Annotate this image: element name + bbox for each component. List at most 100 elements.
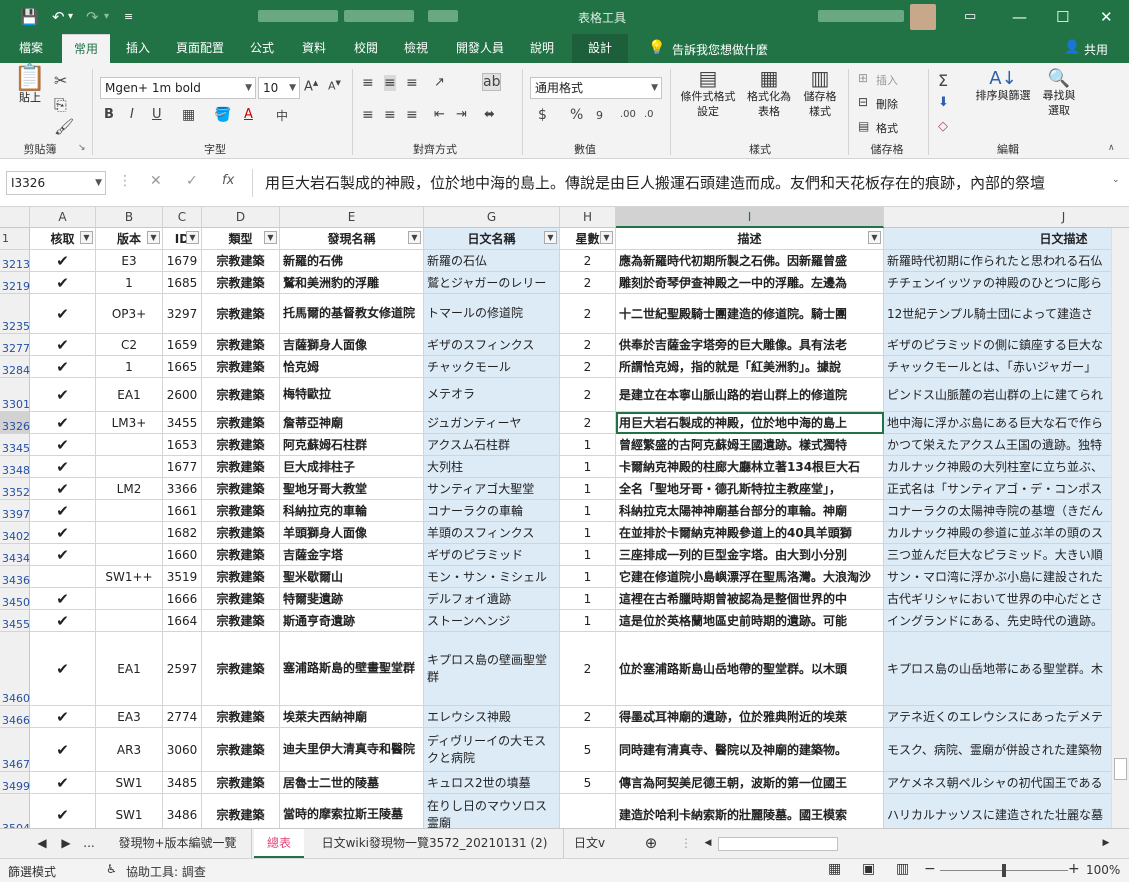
row-header[interactable]: 3466 (0, 706, 30, 728)
page-layout-view-icon[interactable]: ▣ (862, 861, 875, 877)
tab-home[interactable]: 常用 (62, 34, 110, 63)
phonetic-icon[interactable]: 中 (276, 107, 288, 124)
cell-id[interactable]: 3486 (163, 794, 202, 828)
save-icon[interactable]: 💾 (20, 7, 39, 27)
cell-check[interactable]: ✔ (30, 434, 96, 456)
worksheet-grid[interactable]: A B C D E G H I J 1 核取 ▼ 版本 ▼ ID ▼ 類型 ▼ 發現名稱 ▼ 日文名稱… (0, 207, 1129, 828)
cell-description[interactable]: 是建立在本寧山脈山路的岩山群上的修道院 (616, 378, 884, 412)
cell-check[interactable]: ✔ (30, 632, 96, 706)
column-header-h[interactable]: H (560, 207, 616, 228)
font-name-select[interactable]: Mgen+ 1m bold ▼ (100, 77, 256, 99)
fill-icon[interactable]: ⬇ (938, 95, 949, 110)
cell-jp-name[interactable]: ディヴリーイの大モスクと病院 (424, 728, 560, 772)
cell-description[interactable]: 十二世紀聖殿騎士團建造的修道院。騎士團 (616, 294, 884, 334)
tab-developer[interactable]: 開發人員 (448, 34, 512, 63)
cell-version[interactable] (96, 522, 163, 544)
header-cell-version[interactable]: 版本 ▼ (96, 228, 163, 250)
name-box[interactable]: I3326 ▼ (6, 171, 106, 195)
cell-stars[interactable]: 2 (560, 294, 616, 334)
filter-dropdown-icon[interactable]: ▼ (544, 231, 557, 244)
cell-stars[interactable]: 2 (560, 632, 616, 706)
cell-jp-name[interactable]: キプロス島の壁画聖堂群 (424, 632, 560, 706)
row-header[interactable]: 3352 (0, 478, 30, 500)
zoom-level[interactable]: 100% (1086, 863, 1120, 877)
scroll-right-icon[interactable]: ▶ (1098, 829, 1114, 858)
cell-version[interactable]: AR3 (96, 728, 163, 772)
accessibility-status[interactable]: 協助工具: 調查 (126, 863, 206, 880)
cell-description[interactable]: 所謂恰克姆，指的就是「紅美洲豹」。據說 (616, 356, 884, 378)
row-header[interactable]: 3436 (0, 566, 30, 588)
cell-description[interactable]: 位於塞浦路斯島山岳地帶的聖堂群。以木頭 (616, 632, 884, 706)
cell-name[interactable]: 聖地牙哥大教堂 (280, 478, 424, 500)
cell-version[interactable] (96, 456, 163, 478)
cell-jp-description[interactable]: 三つ並んだ巨大なピラミッド。大きい順 (884, 544, 1129, 566)
format-painter-icon[interactable]: 🖌 (54, 117, 74, 136)
cell-jp-name[interactable]: アクスム石柱群 (424, 434, 560, 456)
cell-stars[interactable]: 1 (560, 434, 616, 456)
cell-name[interactable]: 迪夫里伊大清真寺和醫院 (280, 728, 424, 772)
increase-decimal-icon[interactable]: .00 (620, 109, 636, 120)
delete-cells-label[interactable]: 刪除 (876, 97, 898, 112)
cell-version[interactable]: 1 (96, 272, 163, 294)
row-header[interactable]: 3467 (0, 728, 30, 772)
cell-stars[interactable]: 5 (560, 772, 616, 794)
decrease-font-icon[interactable]: A▼ (328, 79, 341, 93)
cell-stars[interactable]: 2 (560, 272, 616, 294)
row-header[interactable]: 3434 (0, 544, 30, 566)
cell-version[interactable]: EA3 (96, 706, 163, 728)
cell-type[interactable]: 宗教建築 (202, 610, 280, 632)
cell-description[interactable]: 科納拉克太陽神神廟基台部分的車輪。神廟 (616, 500, 884, 522)
cell-description[interactable]: 同時建有清真寺、醫院以及神廟的建築物。 (616, 728, 884, 772)
cell-jp-name[interactable]: ギザのスフィンクス (424, 334, 560, 356)
cell-jp-name[interactable]: 鷲とジャガーのレリー (424, 272, 560, 294)
bold-icon[interactable]: B (104, 107, 114, 122)
wrap-text-icon[interactable]: ab (482, 73, 502, 91)
cell-type[interactable]: 宗教建築 (202, 544, 280, 566)
cell-id[interactable]: 3455 (163, 412, 202, 434)
filter-dropdown-icon[interactable]: ▼ (600, 231, 613, 244)
cell-jp-description[interactable]: ギザのピラミッドの側に鎮座する巨大な (884, 334, 1129, 356)
format-cells-label[interactable]: 格式 (876, 121, 898, 136)
cell-type[interactable]: 宗教建築 (202, 522, 280, 544)
cell-check[interactable]: ✔ (30, 728, 96, 772)
font-size-select[interactable]: 10 ▼ (258, 77, 300, 99)
cell-type[interactable]: 宗教建築 (202, 500, 280, 522)
row-header[interactable]: 3499 (0, 772, 30, 794)
cell-name[interactable]: 新羅的石佛 (280, 250, 424, 272)
cell-jp-name[interactable]: デルフォイ遺跡 (424, 588, 560, 610)
filter-dropdown-icon[interactable]: ▼ (186, 231, 199, 244)
cell-jp-name[interactable]: ギザのピラミッド (424, 544, 560, 566)
cell-description[interactable]: 這裡在古希臘時期曾被認為是整個世界的中 (616, 588, 884, 610)
filter-dropdown-icon[interactable]: ▼ (408, 231, 421, 244)
row-header[interactable]: 3348 (0, 456, 30, 478)
cell-description[interactable]: 它建在修道院小島嶼漂浮在聖馬洛灣。大浪淘沙 (616, 566, 884, 588)
cell-check[interactable]: ✔ (30, 794, 96, 828)
format-as-table-button[interactable]: ▦ 格式化為 表格 (742, 68, 796, 119)
new-sheet-icon[interactable]: ⊕ (638, 829, 664, 858)
collapse-ribbon-icon[interactable]: ∧ (1108, 143, 1115, 153)
cell-check[interactable]: ✔ (30, 706, 96, 728)
cut-icon[interactable]: ✂ (54, 71, 67, 90)
column-header-d[interactable]: D (202, 207, 280, 228)
cell-stars[interactable]: 2 (560, 250, 616, 272)
tab-file[interactable]: 檔案 (8, 34, 54, 63)
cell-description-active[interactable]: 用巨大岩石製成的神殿，位於地中海的島上 (616, 412, 884, 434)
align-left-icon[interactable]: ≡ (362, 107, 374, 123)
cell-check[interactable]: ✔ (30, 334, 96, 356)
cell-id[interactable]: 1665 (163, 356, 202, 378)
cell-check[interactable] (30, 566, 96, 588)
row-header[interactable]: 3460 (0, 632, 30, 706)
clear-icon[interactable]: ◇ (938, 119, 948, 134)
cell-check[interactable]: ✔ (30, 378, 96, 412)
align-right-icon[interactable]: ≡ (406, 107, 418, 123)
row-header[interactable]: 3345 (0, 434, 30, 456)
cell-id[interactable]: 1660 (163, 544, 202, 566)
align-top-icon[interactable]: ≡ (362, 75, 374, 91)
cell-jp-description[interactable]: アケメネス朝ペルシャの初代国王である (884, 772, 1129, 794)
cell-check[interactable]: ✔ (30, 272, 96, 294)
delete-cells-icon[interactable]: ⊟ (858, 95, 868, 109)
cell-check[interactable]: ✔ (30, 772, 96, 794)
cell-version[interactable]: SW1 (96, 794, 163, 828)
cell-type[interactable]: 宗教建築 (202, 334, 280, 356)
borders-icon[interactable]: ▦ (182, 107, 195, 123)
